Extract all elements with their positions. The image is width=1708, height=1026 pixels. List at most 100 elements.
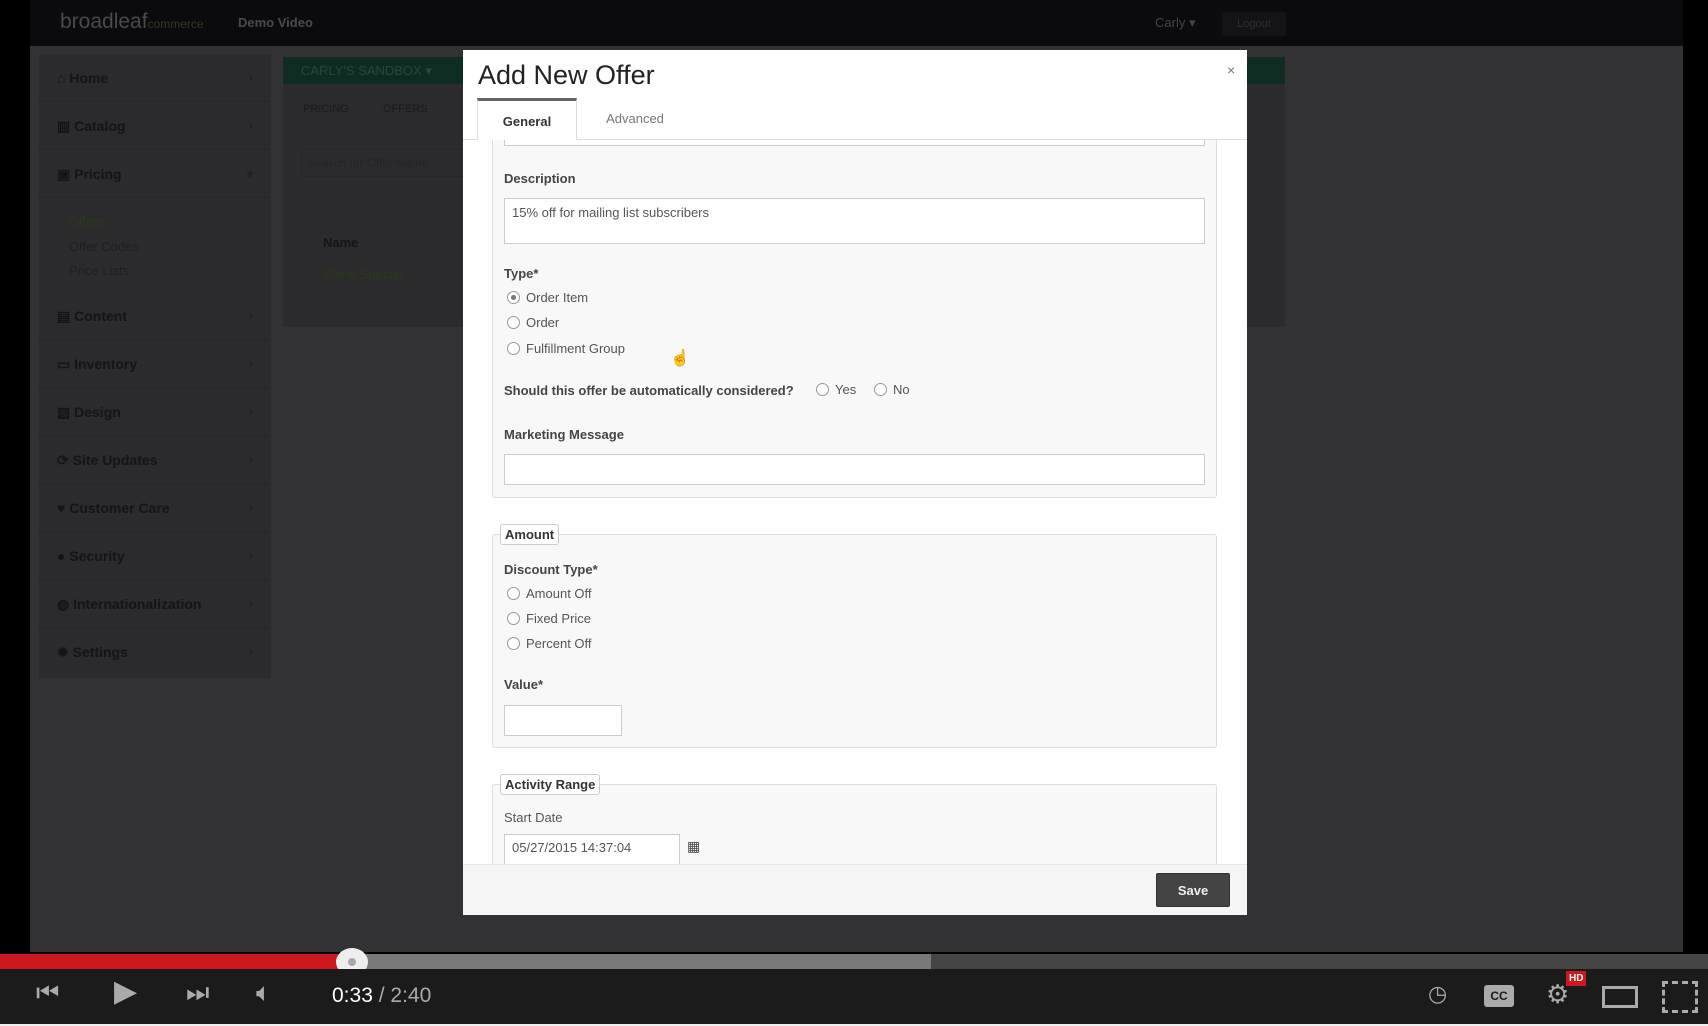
marketing-message-input[interactable]	[504, 454, 1205, 485]
description-textarea[interactable]: 15% off for mailing list subscribers	[504, 198, 1205, 244]
previous-icon[interactable]: ⏮	[36, 977, 59, 1009]
sidebar-item-pricing[interactable]: ▣ Pricing ▾	[39, 150, 271, 198]
inbox-icon: ▭	[57, 356, 71, 372]
sidebar-item-label: Pricing	[74, 166, 122, 182]
value-label: Value*	[504, 677, 544, 692]
radio[interactable]	[507, 316, 520, 329]
sidebar-item-label: Security	[69, 548, 125, 564]
sidebar-item-content[interactable]: ▤ Content ›	[39, 292, 271, 340]
picture-icon: ▨	[57, 404, 71, 420]
chevron-right-icon: ›	[249, 357, 253, 371]
radio-label: Percent Off	[526, 636, 592, 651]
radio[interactable]	[507, 587, 520, 600]
calendar-icon[interactable]: ▦	[687, 838, 700, 855]
value-input[interactable]	[504, 705, 622, 736]
description-label: Description	[504, 171, 576, 186]
barcode-icon: ▥	[57, 118, 71, 134]
sidebar-item-inventory[interactable]: ▭ Inventory ›	[39, 340, 271, 388]
theater-mode-icon[interactable]	[1602, 986, 1638, 1008]
volume-icon[interactable]: 🔈︎	[256, 977, 272, 1009]
activity-range-legend: Activity Range	[500, 774, 601, 795]
save-button[interactable]: Save	[1156, 873, 1230, 907]
chevron-right-icon: ›	[249, 119, 253, 133]
watch-later-icon[interactable]: ◷	[1428, 981, 1447, 1007]
table-row[interactable]: Shirts Special	[323, 267, 402, 282]
breadcrumb-pricing[interactable]: PRICING	[303, 103, 349, 115]
fullscreen-icon[interactable]	[1662, 981, 1698, 1013]
auto-radio-yes[interactable]: Yes	[816, 382, 856, 397]
discount-type-label: Discount Type*	[504, 562, 598, 577]
radio[interactable]	[507, 612, 520, 625]
chevron-right-icon: ›	[249, 549, 253, 563]
sidebar-sub-price-lists[interactable]: Price Lists	[69, 263, 129, 278]
general-fieldset	[492, 140, 1217, 498]
radio-selected[interactable]	[507, 291, 520, 304]
discount-radio-percent-off[interactable]: Percent Off	[507, 636, 592, 651]
add-offer-modal: Add New Offer × General Advanced Descrip…	[463, 50, 1247, 915]
next-icon[interactable]: ⏭	[186, 977, 209, 1009]
top-nav: broadleafcommerce Demo Video Carly ▾ Log…	[30, 0, 1683, 46]
sidebar-sub-offers[interactable]: Offers	[69, 214, 104, 229]
logout-button[interactable]: Logout	[1222, 12, 1286, 36]
sidebar-item-label: Site Updates	[72, 452, 158, 468]
user-menu[interactable]: Carly ▾	[1155, 15, 1196, 31]
discount-radio-fixed-price[interactable]: Fixed Price	[507, 611, 591, 626]
captions-icon[interactable]: CC	[1484, 985, 1514, 1007]
sidebar-item-security[interactable]: ● Security ›	[39, 532, 271, 580]
start-date-input[interactable]: 05/27/2015 14:37:04	[504, 834, 680, 864]
radio-label: Order Item	[526, 290, 589, 305]
type-radio-order[interactable]: Order	[507, 315, 559, 330]
auto-radio-no[interactable]: No	[874, 382, 910, 397]
modal-title: Add New Offer	[478, 60, 655, 90]
sidebar-item-label: Inventory	[74, 356, 138, 372]
type-radio-fulfillment-group[interactable]: Fulfillment Group	[507, 341, 625, 356]
radio[interactable]	[507, 637, 520, 650]
name-input[interactable]	[504, 140, 1205, 146]
progress-bar[interactable]	[0, 948, 1708, 976]
sidebar-item-design[interactable]: ▨ Design ›	[39, 388, 271, 436]
chevron-right-icon: ›	[249, 597, 253, 611]
modal-body[interactable]: Description 15% off for mailing list sub…	[463, 140, 1247, 864]
type-radio-order-item[interactable]: Order Item	[507, 290, 588, 305]
gear-icon: ✹	[57, 644, 69, 660]
caret-down-icon: ▾	[1188, 15, 1196, 30]
money-icon: ▣	[57, 166, 71, 182]
sidebar-item-label: Customer Care	[69, 500, 170, 516]
breadcrumb-offers[interactable]: OFFERS	[383, 103, 428, 115]
amount-legend: Amount	[500, 524, 560, 545]
video-player-controls: ⏮ ▶ ⏭ 🔈︎ 0:33 / 2:40 ◷ CC ⚙ HD	[0, 948, 1708, 1026]
site-title: Demo Video	[238, 15, 313, 30]
marketing-message-label: Marketing Message	[504, 427, 624, 442]
duration: 2:40	[390, 984, 432, 1007]
sidebar-item-home[interactable]: ⌂ Home ›	[39, 54, 271, 102]
radio[interactable]	[507, 342, 520, 355]
logo-text: broadleaf	[60, 10, 148, 33]
sidebar-item-settings[interactable]: ✹ Settings ›	[39, 628, 271, 676]
sidebar-item-site-updates[interactable]: ⟳ Site Updates ›	[39, 436, 271, 484]
user-name: Carly	[1155, 15, 1186, 30]
radio-label: Amount Off	[526, 586, 592, 601]
file-icon: ▤	[57, 308, 71, 324]
column-header-name[interactable]: Name	[323, 235, 358, 250]
logo[interactable]: broadleafcommerce	[60, 10, 204, 34]
radio[interactable]	[874, 383, 887, 396]
tab-advanced[interactable]: Advanced	[583, 98, 687, 139]
radio-label: Fulfillment Group	[526, 341, 625, 356]
refresh-icon: ⟳	[57, 452, 69, 468]
hd-badge: HD	[1566, 971, 1587, 986]
radio-label: Yes	[835, 382, 857, 397]
discount-radio-amount-off[interactable]: Amount Off	[507, 586, 592, 601]
close-icon[interactable]: ×	[1227, 62, 1235, 78]
sidebar-item-customer-care[interactable]: ♥ Customer Care ›	[39, 484, 271, 532]
play-icon[interactable]: ▶	[114, 974, 137, 1009]
sidebar-sub-offer-codes[interactable]: Offer Codes	[69, 239, 139, 254]
chevron-right-icon: ›	[249, 501, 253, 515]
sidebar: ⌂ Home › ▥ Catalog › ▣ Pricing ▾ Offers Off…	[39, 54, 271, 678]
chevron-right-icon: ›	[249, 71, 253, 85]
search-input[interactable]: Search for Offer Name	[301, 149, 481, 177]
sidebar-item-internationalization[interactable]: ◍ Internationalization ›	[39, 580, 271, 628]
sidebar-item-catalog[interactable]: ▥ Catalog ›	[39, 102, 271, 150]
sidebar-item-label: Settings	[72, 644, 128, 660]
radio[interactable]	[816, 383, 829, 396]
tab-general[interactable]: General	[477, 98, 577, 140]
